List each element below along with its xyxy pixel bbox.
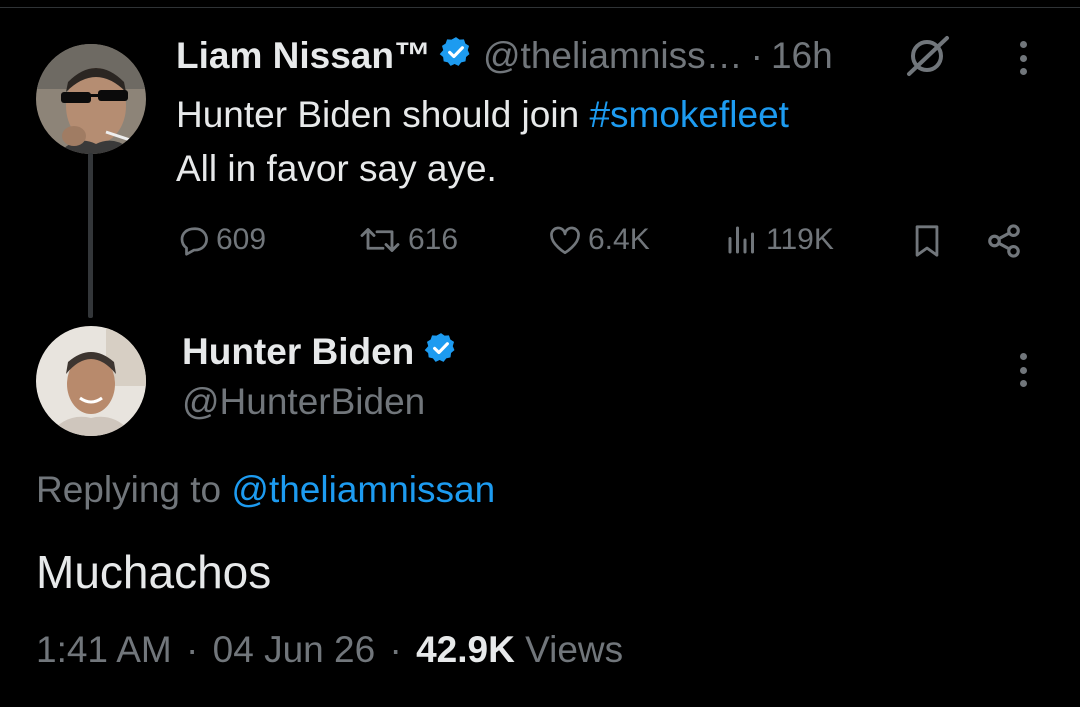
parent-author-name[interactable]: Liam Nissan™ xyxy=(176,35,431,77)
reply-handle[interactable]: @HunterBiden xyxy=(182,380,425,424)
verified-icon xyxy=(439,35,473,78)
share-icon[interactable] xyxy=(984,222,1024,265)
parent-time[interactable]: 16h xyxy=(771,35,833,77)
reply-views-label: Views xyxy=(525,629,624,670)
parent-separator: · xyxy=(750,35,763,76)
reply-date: 04 Jun 26 xyxy=(212,629,376,670)
replying-to-label: Replying to xyxy=(36,469,232,510)
reply-icon xyxy=(180,227,208,256)
parent-handle[interactable]: @theliamniss… xyxy=(483,35,743,77)
views-icon xyxy=(728,226,754,254)
reply-count: 609 xyxy=(216,223,267,256)
reply-views-count: 42.9K xyxy=(416,629,515,670)
like-icon xyxy=(550,226,580,255)
replying-to: Replying to @theliamnissan xyxy=(36,468,495,512)
top-divider xyxy=(0,7,1080,8)
reply-meta: 1:41 AM · 04 Jun 26 · 42.9K Views xyxy=(36,628,623,672)
like-count: 6.4K xyxy=(588,223,650,256)
meta-separator: · xyxy=(389,629,402,670)
grok-icon[interactable] xyxy=(903,34,953,83)
parent-actions: 609 616 6.4K 119K xyxy=(176,222,1026,262)
reply-text: Muchachos xyxy=(36,546,272,598)
views-button[interactable]: 119K xyxy=(722,222,834,258)
retweet-button[interactable]: 616 xyxy=(356,222,458,258)
hashtag-link[interactable]: #smokefleet xyxy=(589,94,789,135)
parent-avatar[interactable] xyxy=(36,44,146,154)
reply-more-icon[interactable] xyxy=(1018,353,1028,387)
reply-header: Hunter Biden xyxy=(182,330,458,374)
parent-text-line2: All in favor say aye. xyxy=(176,148,497,189)
retweet-count: 616 xyxy=(408,223,459,256)
views-count: 119K xyxy=(766,223,834,256)
reply-avatar[interactable] xyxy=(36,326,146,436)
verified-icon xyxy=(424,331,458,374)
bookmark-icon[interactable] xyxy=(910,222,944,265)
parent-text-line1: Hunter Biden should join xyxy=(176,94,590,135)
parent-header: Liam Nissan™ @theliamniss… · 16h xyxy=(176,34,833,78)
retweet-icon xyxy=(360,228,400,252)
parent-more-icon[interactable] xyxy=(1018,41,1028,75)
meta-separator: · xyxy=(186,629,199,670)
reply-button[interactable]: 609 xyxy=(176,222,266,258)
reply-time: 1:41 AM xyxy=(36,629,172,670)
replying-to-handle[interactable]: @theliamnissan xyxy=(231,469,495,510)
parent-text: Hunter Biden should join #smokefleet All… xyxy=(176,88,789,196)
thread-connector-line xyxy=(88,153,93,318)
reply-author-name[interactable]: Hunter Biden xyxy=(182,331,414,373)
like-button[interactable]: 6.4K xyxy=(546,222,650,258)
